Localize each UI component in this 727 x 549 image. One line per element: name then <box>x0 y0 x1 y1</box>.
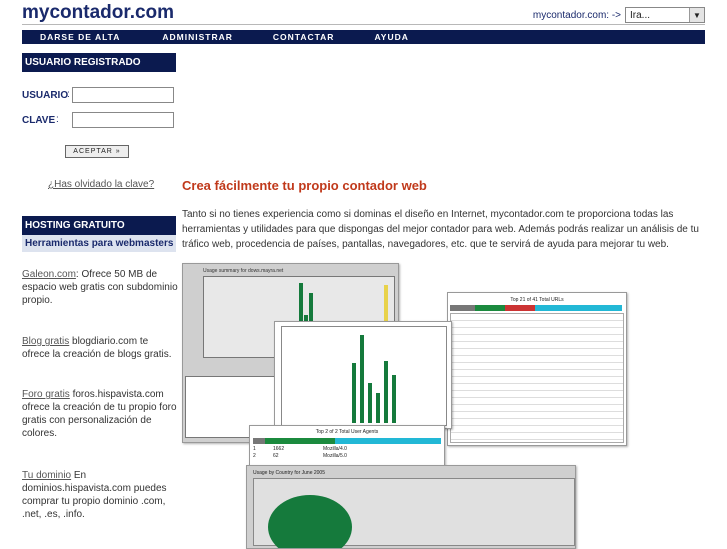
promo-link[interactable]: Blog gratis <box>22 336 69 347</box>
promo-link[interactable]: Foro gratis <box>22 389 70 400</box>
nav-contactar[interactable]: CONTACTAR <box>273 32 335 42</box>
urls-screenshot: Top 21 of 41 Total URLs <box>447 292 627 446</box>
promo-link[interactable]: Tu dominio <box>22 470 71 481</box>
user-input[interactable] <box>72 87 174 103</box>
agents-title: Top 2 of 2 Total User Agents <box>315 429 379 435</box>
promo-galeon: Galeon.com: Ofrece 50 MB de espacio web … <box>22 268 178 307</box>
pass-colon: : <box>56 114 59 125</box>
promo-link[interactable]: Galeon.com <box>22 269 76 280</box>
daily-chart <box>281 326 447 426</box>
promo-dominio: Tu dominio En dominios.hispavista.com pu… <box>22 469 178 521</box>
nav-administrar[interactable]: ADMINISTRAR <box>162 32 233 42</box>
pass-label: CLAVE <box>22 115 56 126</box>
hosting-title: HOSTING GRATUITO <box>22 216 176 235</box>
password-input[interactable] <box>72 112 174 128</box>
jump-select-value: Ira... <box>630 9 651 21</box>
login-title: USUARIO REGISTRADO <box>22 53 176 72</box>
nav-ayuda[interactable]: AYUDA <box>374 32 408 42</box>
urls-header <box>450 305 622 311</box>
header-divider <box>22 24 705 25</box>
country-chart <box>253 478 575 548</box>
pie-chart <box>268 495 352 548</box>
summary-title: Usage summary for dows.mayra.net <box>203 268 284 274</box>
hosting-subtitle: Herramientas para webmasters <box>22 235 176 252</box>
nav-darse-de-alta[interactable]: DARSE DE ALTA <box>40 32 120 42</box>
accept-button[interactable]: ACEPTAR » <box>65 145 129 158</box>
promo-foro: Foro gratis foros.hispavista.com ofrece … <box>22 388 178 440</box>
agents-screenshot: Top 2 of 2 Total User Agents 1 1662 Mozill… <box>249 425 445 469</box>
agents-header <box>253 438 441 444</box>
jump-label: mycontador.com: -> <box>532 9 621 21</box>
user-label: USUARIO <box>22 90 69 101</box>
chevron-down-icon[interactable]: ▼ <box>689 8 704 22</box>
promo-blog: Blog gratis blogdiario.com te ofrece la … <box>22 335 178 361</box>
urls-table <box>450 313 624 443</box>
main-nav: DARSE DE ALTA ADMINISTRAR CONTACTAR AYUD… <box>22 30 705 44</box>
intro-text: Tanto si no tienes experiencia como si d… <box>182 209 699 250</box>
country-screenshot: Usage by Country for June 2005 <box>246 465 576 549</box>
forgot-password-link[interactable]: ¿Has olvidado la clave? <box>48 179 154 190</box>
daily-chart-screenshot <box>274 321 452 429</box>
user-colon: : <box>67 89 70 100</box>
main-headline: Crea fácilmente tu propio contador web <box>182 178 427 193</box>
agents-rows: 1 1662 Mozilla/4.0 2 62 Mozilla/5.0 <box>253 446 347 459</box>
jump-select[interactable]: Ira... ▼ <box>625 7 705 23</box>
site-jump: mycontador.com: -> Ira... ▼ <box>533 7 705 23</box>
urls-title: Top 21 of 41 Total URLs <box>510 297 564 303</box>
site-logo[interactable]: mycontador.com <box>22 2 174 24</box>
country-title: Usage by Country for June 2005 <box>253 470 325 476</box>
